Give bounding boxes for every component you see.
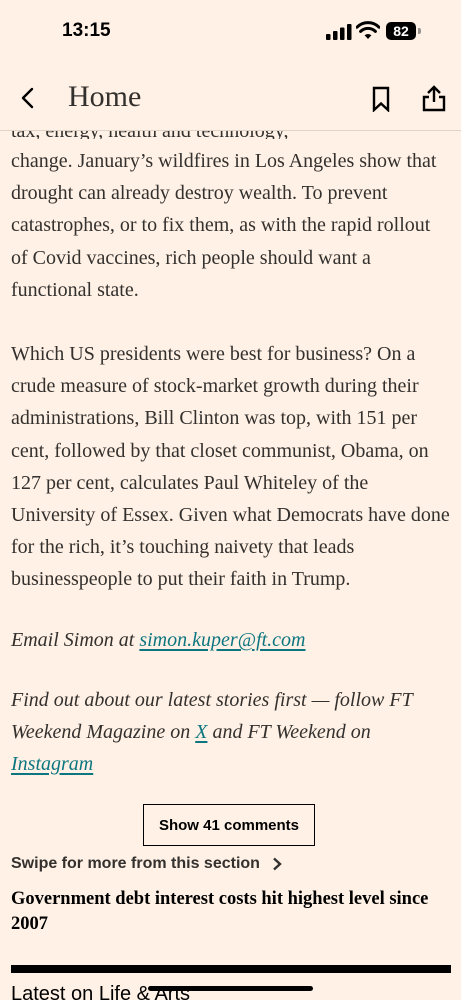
chevron-right-icon xyxy=(273,857,282,871)
bookmark-icon[interactable] xyxy=(368,86,394,112)
nav-bar: Home xyxy=(0,62,461,131)
next-article-headline[interactable]: Government debt interest costs hit highe… xyxy=(11,887,451,937)
x-link[interactable]: X xyxy=(195,721,207,743)
status-bar: 13:15 82 xyxy=(0,0,461,62)
back-chevron-icon[interactable] xyxy=(14,84,42,112)
email-prefix: Email Simon at xyxy=(11,628,140,651)
article-paragraph: Which US presidents were best for busine… xyxy=(11,343,450,591)
section-divider xyxy=(11,965,451,973)
battery-icon: 82 xyxy=(386,22,422,40)
status-time: 13:15 xyxy=(62,20,111,41)
show-comments-button[interactable]: Show 41 comments xyxy=(143,804,315,846)
signal-icon xyxy=(326,24,352,40)
battery-tip xyxy=(418,28,421,34)
follow-middle: and FT Weekend on xyxy=(207,720,371,743)
article-body: tax, energy, health and technology, chan… xyxy=(11,131,451,780)
instagram-link[interactable]: Instagram xyxy=(11,753,93,775)
clipped-text: tax, energy, health and technology, xyxy=(11,131,289,139)
clipped-text-line: tax, energy, health and technology, xyxy=(11,131,451,139)
author-email-link[interactable]: simon.kuper@ft.com xyxy=(139,629,305,651)
article-paragraph: change. January’s wildfires in Los Angel… xyxy=(11,150,437,301)
share-icon[interactable] xyxy=(420,84,448,112)
swipe-more-link[interactable]: Swipe for more from this section xyxy=(11,853,284,875)
battery-level: 82 xyxy=(386,22,416,40)
follow-line: Find out about our latest stories first … xyxy=(11,684,451,780)
nav-title: Home xyxy=(68,80,142,113)
swipe-label: Swipe for more from this section xyxy=(11,855,260,872)
home-indicator[interactable] xyxy=(148,986,313,991)
wifi-icon xyxy=(356,21,380,39)
author-email-line: Email Simon at simon.kuper@ft.com xyxy=(11,624,451,656)
